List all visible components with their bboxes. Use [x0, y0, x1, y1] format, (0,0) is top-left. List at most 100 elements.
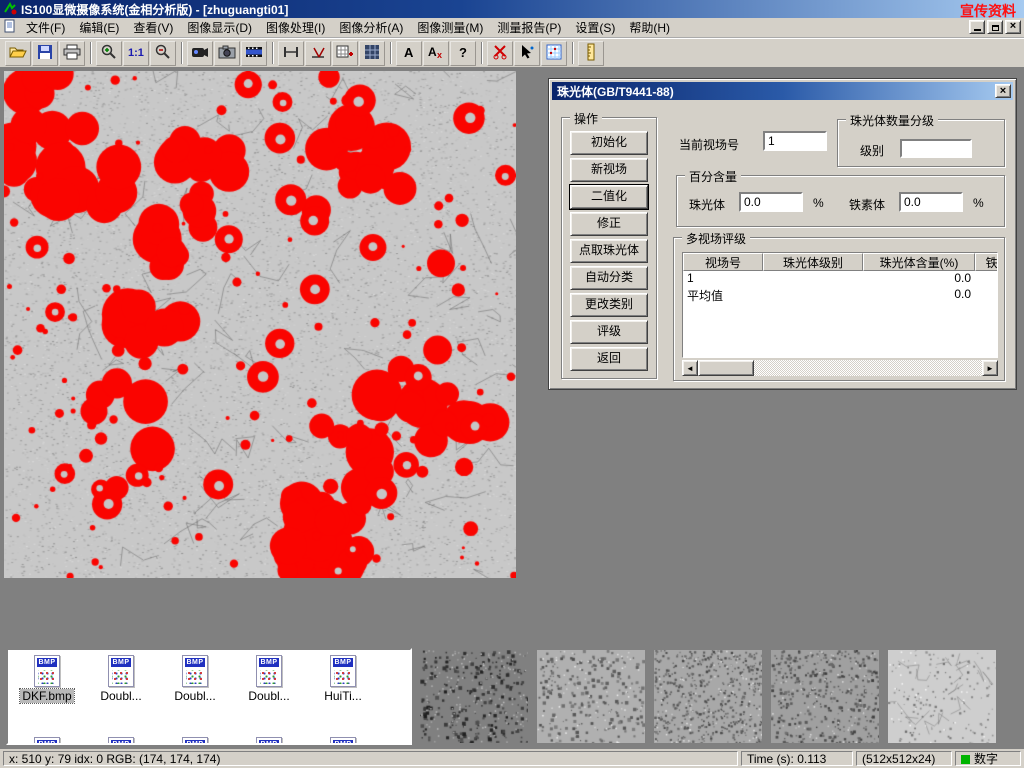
file-item-row2-1[interactable]: BMP — [84, 737, 158, 745]
file-item-row2-4[interactable]: BMP — [306, 737, 380, 745]
pearlite-unit: % — [813, 196, 824, 210]
menu-item-5[interactable]: 图像分析(A) — [332, 17, 410, 38]
film-icon — [245, 44, 263, 63]
menu-item-1[interactable]: 编辑(E) — [72, 17, 126, 38]
menu-item-7[interactable]: 测量报告(P) — [490, 17, 568, 38]
op-button-pick-pearlite[interactable]: 点取珠光体 — [570, 239, 648, 263]
status-image-size: (512x512x24) — [856, 751, 952, 766]
file-item-row2-2[interactable]: BMP — [158, 737, 232, 745]
thumbnail-1[interactable] — [420, 650, 528, 743]
file-preview-dots — [112, 670, 130, 684]
toolbar-zoom-in-button[interactable] — [96, 41, 122, 66]
svg-text:1:1: 1:1 — [128, 47, 144, 59]
op-button-change-class[interactable]: 更改类别 — [570, 293, 648, 317]
svg-text:A: A — [404, 45, 414, 60]
grade-input[interactable] — [900, 139, 972, 158]
file-item-4[interactable]: BMP HuiTi... — [306, 655, 380, 703]
thumbnail-4[interactable] — [771, 650, 879, 743]
toolbar-camera-button[interactable] — [214, 41, 240, 66]
window-title: IS100显微摄像系统(金相分析版) - [zhuguangti01] — [21, 1, 288, 18]
menu-item-3[interactable]: 图像显示(D) — [180, 17, 259, 38]
file-item-1[interactable]: BMPDoubl... — [84, 655, 158, 703]
mdi-close-button[interactable]: × — [1005, 20, 1021, 34]
mdi-restore-button[interactable] — [987, 20, 1003, 34]
file-type-badge: BMP — [185, 740, 205, 745]
table-header-3[interactable]: 铁素体含量(%) — [975, 253, 998, 271]
file-item-row2-3[interactable]: BMP — [232, 737, 306, 745]
scrollbar-track[interactable] — [754, 360, 982, 376]
file-type-badge: BMP — [111, 658, 131, 667]
op-button-initialize[interactable]: 初始化 — [570, 131, 648, 155]
picker-icon — [519, 44, 535, 63]
grade-field-label: 级别 — [860, 142, 884, 159]
toolbar-ruler-vertical-button[interactable] — [578, 41, 604, 66]
bmp-file-icon: BMP — [330, 655, 356, 687]
dialog-close-icon[interactable]: × — [995, 84, 1011, 98]
table-header-2[interactable]: 珠光体含量(%) — [863, 253, 975, 271]
toolbar-zoom-out-button[interactable] — [150, 41, 176, 66]
toolbar-actual-size-button[interactable]: 1:1 — [123, 41, 149, 66]
toolbar-font-ax-button[interactable]: Ax — [423, 41, 449, 66]
font-a-icon: A — [402, 44, 416, 63]
toolbar-font-a-button[interactable]: A — [396, 41, 422, 66]
toolbar-video-button[interactable] — [187, 41, 213, 66]
table-hscrollbar[interactable]: ◄ ► — [682, 360, 998, 376]
toolbar-grid-dark-button[interactable] — [359, 41, 385, 66]
status-indicator-icon — [961, 755, 970, 764]
file-label: HuiTi... — [322, 689, 364, 703]
toolbar-chart-button[interactable] — [541, 41, 567, 66]
toolbar-open-button[interactable] — [5, 41, 31, 66]
table-row[interactable]: 平均值0.0 — [683, 287, 997, 303]
pearlite-percent-input[interactable] — [739, 192, 803, 212]
file-item-3[interactable]: BMPDoubl... — [232, 655, 306, 703]
menu-item-8[interactable]: 设置(S) — [568, 17, 622, 38]
table-row[interactable]: 10.0 — [683, 271, 997, 287]
toolbar-picker-button[interactable] — [514, 41, 540, 66]
table-header-1[interactable]: 珠光体级别 — [763, 253, 863, 271]
file-item-row2-0[interactable]: BMP — [10, 737, 84, 745]
op-button-grade[interactable]: 评级 — [570, 320, 648, 344]
op-button-return[interactable]: 返回 — [570, 347, 648, 371]
menu-item-2[interactable]: 查看(V) — [126, 17, 180, 38]
file-label: Doubl... — [172, 689, 217, 703]
ferrite-unit: % — [973, 196, 984, 210]
scrollbar-thumb[interactable] — [698, 360, 754, 376]
menu-item-6[interactable]: 图像测量(M) — [410, 17, 490, 38]
scroll-right-icon[interactable]: ► — [982, 360, 998, 376]
toolbar-table-add-button[interactable] — [332, 41, 358, 66]
op-button-auto-classify[interactable]: 自动分类 — [570, 266, 648, 290]
bmp-file-icon: BMP — [256, 655, 282, 687]
toolbar-print-button[interactable] — [59, 41, 85, 66]
op-button-binarize[interactable]: 二值化 — [570, 185, 648, 209]
toolbar-save-button[interactable] — [32, 41, 58, 66]
thumbnail-2[interactable] — [537, 650, 645, 743]
menu-item-0[interactable]: 文件(F) — [19, 17, 72, 38]
file-type-badge: BMP — [259, 658, 279, 667]
toolbar-cut-button[interactable] — [487, 41, 513, 66]
toolbar-angle-button[interactable] — [305, 41, 331, 66]
scroll-left-icon[interactable]: ◄ — [682, 360, 698, 376]
menu-item-9[interactable]: 帮助(H) — [622, 17, 677, 38]
toolbar-caliper-button[interactable] — [278, 41, 304, 66]
menu-item-4[interactable]: 图像处理(I) — [259, 17, 332, 38]
toolbar-film-button[interactable] — [241, 41, 267, 66]
ferrite-percent-input[interactable] — [899, 192, 963, 212]
thumbnail-5[interactable] — [888, 650, 996, 743]
table-header-0[interactable]: 视场号 — [683, 253, 763, 271]
mdi-document-icon[interactable] — [3, 19, 17, 36]
thumbnail-3[interactable] — [654, 650, 762, 743]
op-button-correct[interactable]: 修正 — [570, 212, 648, 236]
bmp-file-icon: BMP — [108, 655, 134, 687]
multi-field-group: 多视场评级 视场号珠光体级别珠光体含量(%)铁素体含量(%) 10.0平均值0.… — [673, 237, 1005, 381]
mdi-minimize-button[interactable] — [969, 20, 985, 34]
toolbar-help-button[interactable]: ? — [450, 41, 476, 66]
file-item-0[interactable]: BMPDKF.bmp — [10, 655, 84, 703]
ruler-vertical-icon — [586, 43, 596, 64]
micrograph-image[interactable] — [4, 71, 516, 578]
op-button-new-field[interactable]: 新视场 — [570, 158, 648, 182]
current-field-input[interactable] — [763, 131, 827, 151]
pearlite-label: 珠光体 — [689, 196, 725, 213]
file-item-2[interactable]: BMPDoubl... — [158, 655, 232, 703]
table-cell: 0.0 — [863, 287, 975, 303]
dialog-title-bar[interactable]: 珠光体(GB/T9441-88) × — [552, 82, 1013, 100]
